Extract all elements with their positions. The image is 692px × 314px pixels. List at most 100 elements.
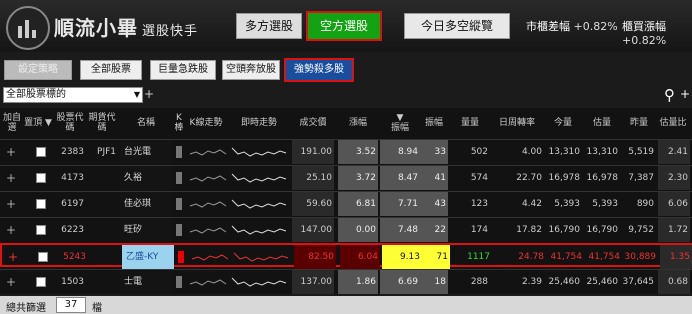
price-cell: 82.50	[294, 245, 336, 269]
estimated-volume-cell: 5,393	[592, 199, 618, 209]
add-watchlist-button[interactable]: +	[2, 270, 22, 294]
col-k[interactable]: K棒	[172, 108, 186, 138]
estimated-ratio-cell: 0.68	[658, 270, 690, 294]
stock-code-cell: 6197	[61, 199, 84, 209]
amplitude-cell: 7.71	[380, 192, 420, 216]
stock-name-cell[interactable]: 台光電	[120, 140, 172, 164]
amplitude-cell: 8.47	[380, 166, 420, 190]
stock-name-cell[interactable]: 士電	[120, 270, 172, 294]
table-row[interactable]: +6197 佳必琪 59.60 6.81 7.71 43 123 4.42 5,393 5,393…	[0, 191, 692, 216]
add-watchlist-button[interactable]: +	[2, 166, 22, 190]
yesterday-volume-cell: 5,519	[628, 147, 654, 157]
col-name[interactable]: 名稱	[120, 108, 172, 138]
today-volume-cell: 41,754	[550, 252, 583, 262]
yesterday-volume-cell: 37,645	[622, 277, 655, 287]
table-row[interactable]: +6223 旺矽 147.00 0.00 7.48 22 174 17.82 16,790 16,…	[0, 217, 692, 242]
col-add[interactable]: 加自選	[2, 108, 22, 138]
strong-kill-button[interactable]: 強勢殺多股	[284, 58, 354, 82]
status-label: 總共篩選	[6, 303, 46, 314]
search-icon[interactable]: ⚲	[664, 86, 675, 104]
futures-code-cell	[88, 245, 120, 269]
stock-name-cell[interactable]: 乙盛-KY	[122, 245, 174, 269]
col-amp2[interactable]: 振幅	[420, 108, 448, 138]
otc-stat-label: 櫃買漲幅	[622, 20, 666, 33]
col-est-vol[interactable]: 估量	[584, 108, 620, 138]
short-screen-button[interactable]: 空方選股	[306, 11, 382, 41]
pin-checkbox[interactable]	[36, 173, 46, 183]
col-fut[interactable]: 期貨代碼	[86, 108, 118, 138]
set-strategy-button[interactable]: 設定策略	[4, 60, 72, 80]
today-volume-cell: 16,978	[548, 173, 581, 183]
stock-code-cell: 5243	[63, 252, 86, 262]
col-kline[interactable]: K線走勢	[186, 108, 226, 138]
col-vol[interactable]: 量量	[450, 108, 490, 138]
market-stat-label: 市櫃差幅	[526, 20, 570, 33]
stock-table: 加自選 置頂 ▼ 股票代碼 期貨代碼 名稱 K棒 K線走勢 即時走勢 成交價 漲…	[0, 108, 692, 294]
col-turnover[interactable]: 日周轉率	[490, 108, 544, 138]
chevron-down-icon: ▼	[133, 90, 140, 99]
col-code[interactable]: 股票代碼	[54, 108, 86, 138]
intraday-sparkline	[231, 277, 287, 287]
table-row[interactable]: +5243 乙盛-KY 82.50 6.04 9.13 71 1117 24.78 41,754…	[0, 243, 692, 269]
stock-code-cell: 6223	[61, 225, 84, 235]
volume-cell: 174	[470, 225, 488, 235]
kline-sparkline	[189, 279, 227, 286]
stock-name-cell[interactable]: 旺矽	[120, 218, 172, 242]
stock-code-cell: 1503	[61, 277, 84, 287]
table-row[interactable]: +4173 久裕 25.10 3.72 8.47 41 574 22.70 16,978 16,9…	[0, 165, 692, 190]
futures-code-cell	[86, 218, 118, 242]
col-intraday[interactable]: 即時走勢	[228, 108, 290, 138]
stock-name-cell[interactable]: 佳必琪	[120, 192, 172, 216]
col-pin[interactable]: 置頂 ▼	[24, 108, 52, 138]
today-volume-cell: 13,310	[548, 147, 581, 157]
market-overview-button[interactable]: 今日多空縱覽	[404, 13, 510, 39]
turnover-cell: 24.78	[518, 252, 544, 262]
estimated-volume-cell: 13,310	[586, 147, 619, 157]
intraday-sparkline	[231, 199, 287, 209]
col-today-vol[interactable]: 今量	[544, 108, 582, 138]
add-filter-button[interactable]: +	[144, 87, 154, 101]
add-watchlist-button[interactable]: +	[2, 218, 22, 242]
col-amp[interactable]: ▼ 振幅	[380, 108, 420, 138]
table-row[interactable]: +2383 PJF1 台光電 191.00 3.52 8.94 33 502 4.00 13,31…	[0, 139, 692, 164]
amplitude2-cell: 22	[420, 218, 448, 242]
futures-code-cell	[86, 192, 118, 216]
add-watchlist-button[interactable]: +	[4, 245, 24, 269]
k-candle	[176, 224, 182, 236]
long-screen-button[interactable]: 多方選股	[236, 13, 302, 39]
bear-break-button[interactable]: 空頭奔放股	[222, 60, 280, 80]
volume-cell: 502	[470, 147, 488, 157]
col-est-ratio[interactable]: 估量比	[658, 108, 688, 138]
k-candle	[176, 198, 182, 210]
table-row[interactable]: +1503 士電 137.00 1.86 6.69 18 288 2.39 25,460 25,4…	[0, 269, 692, 294]
col-yest-vol[interactable]: 昨量	[622, 108, 656, 138]
turnover-cell: 2.39	[521, 277, 542, 287]
turnover-cell: 22.70	[516, 173, 542, 183]
kline-sparkline	[189, 175, 227, 182]
logo	[6, 6, 50, 50]
stock-universe-select[interactable]: 全部股票標的 ▼	[3, 87, 143, 103]
trend-charts	[178, 251, 289, 263]
estimated-volume-cell: 16,790	[586, 225, 619, 235]
stock-name-cell[interactable]: 久裕	[120, 166, 172, 190]
all-stocks-button[interactable]: 全部股票	[80, 60, 142, 80]
pin-checkbox[interactable]	[36, 277, 46, 287]
pin-checkbox[interactable]	[36, 147, 46, 157]
trend-charts	[176, 276, 287, 288]
app-brand: 順流小畢 選股快手	[54, 12, 198, 41]
status-bar: 總共篩選 37 檔	[0, 296, 692, 314]
market-stat-value: +0.82%	[573, 20, 618, 33]
pin-checkbox[interactable]	[36, 199, 46, 209]
change-cell: 6.81	[338, 192, 378, 216]
brand-title: 順流小畢	[54, 16, 138, 40]
sort-desc-icon: ▼	[396, 113, 404, 123]
add-watchlist-button[interactable]: +	[2, 140, 22, 164]
expand-button[interactable]: +	[680, 87, 690, 101]
pin-checkbox[interactable]	[36, 225, 46, 235]
col-price[interactable]: 成交價	[292, 108, 334, 138]
result-count: 37	[56, 297, 86, 313]
add-watchlist-button[interactable]: +	[2, 192, 22, 216]
volume-drop-button[interactable]: 巨量急跌股	[150, 60, 216, 80]
col-chg[interactable]: 漲幅	[338, 108, 378, 138]
pin-checkbox[interactable]	[38, 252, 48, 262]
